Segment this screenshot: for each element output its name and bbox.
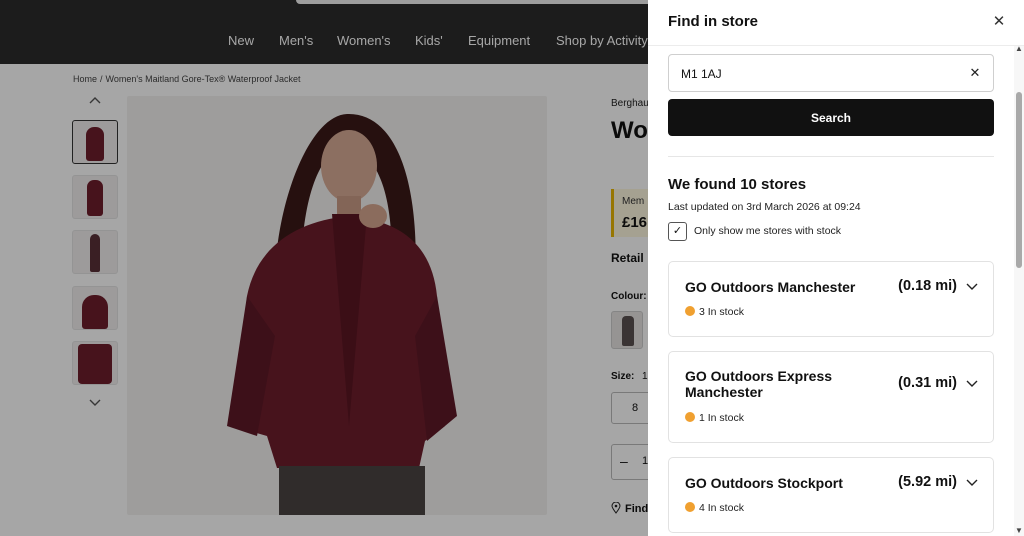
store-card[interactable]: GO Outdoors Express Manchester (0.31 mi)… [668, 351, 994, 443]
store-distance: (0.31 mi) [898, 375, 957, 391]
store-distance: (0.18 mi) [898, 278, 957, 294]
store-stock: 4 In stock [685, 502, 744, 514]
scroll-down-icon[interactable]: ▼ [1015, 526, 1023, 535]
modal-backdrop[interactable] [0, 0, 648, 536]
search-button[interactable]: Search [668, 99, 994, 136]
chevron-down-icon[interactable] [965, 478, 979, 488]
scrollbar-thumb[interactable] [1016, 92, 1022, 268]
stock-status-dot-icon [685, 412, 695, 422]
store-stock-label: 1 In stock [699, 412, 744, 424]
scroll-up-icon[interactable]: ▲ [1015, 44, 1023, 53]
store-name: GO Outdoors Manchester [685, 279, 856, 295]
drawer-header: Find in store ✕ [648, 0, 1024, 46]
postcode-field: ✕ [668, 54, 994, 92]
store-name: GO Outdoors Express Manchester [685, 368, 833, 400]
store-stock-label: 3 In stock [699, 306, 744, 318]
results-heading: We found 10 stores [668, 176, 807, 193]
store-stock: 3 In stock [685, 306, 744, 318]
store-stock: 1 In stock [685, 412, 744, 424]
store-card[interactable]: GO Outdoors Stockport (5.92 mi) 4 In sto… [668, 457, 994, 533]
store-name: GO Outdoors Stockport [685, 475, 843, 491]
drawer-title: Find in store [668, 13, 758, 30]
only-stock-label[interactable]: Only show me stores with stock [694, 225, 841, 237]
clear-icon[interactable]: ✕ [967, 65, 983, 81]
store-stock-label: 4 In stock [699, 502, 744, 514]
store-card[interactable]: GO Outdoors Manchester (0.18 mi) 3 In st… [668, 261, 994, 337]
divider [668, 156, 994, 157]
postcode-input[interactable] [681, 64, 951, 84]
chevron-down-icon[interactable] [965, 282, 979, 292]
find-in-store-drawer: Find in store ✕ ✕ Search We found 10 sto… [648, 0, 1024, 536]
stock-status-dot-icon [685, 306, 695, 316]
close-icon[interactable]: ✕ [991, 14, 1007, 30]
checkmark-icon: ✓ [672, 225, 683, 237]
last-updated-text: Last updated on 3rd March 2026 at 09:24 [668, 201, 861, 213]
store-distance: (5.92 mi) [898, 474, 957, 490]
stock-status-dot-icon [685, 502, 695, 512]
only-stock-checkbox[interactable]: ✓ [668, 222, 687, 241]
chevron-down-icon[interactable] [965, 379, 979, 389]
